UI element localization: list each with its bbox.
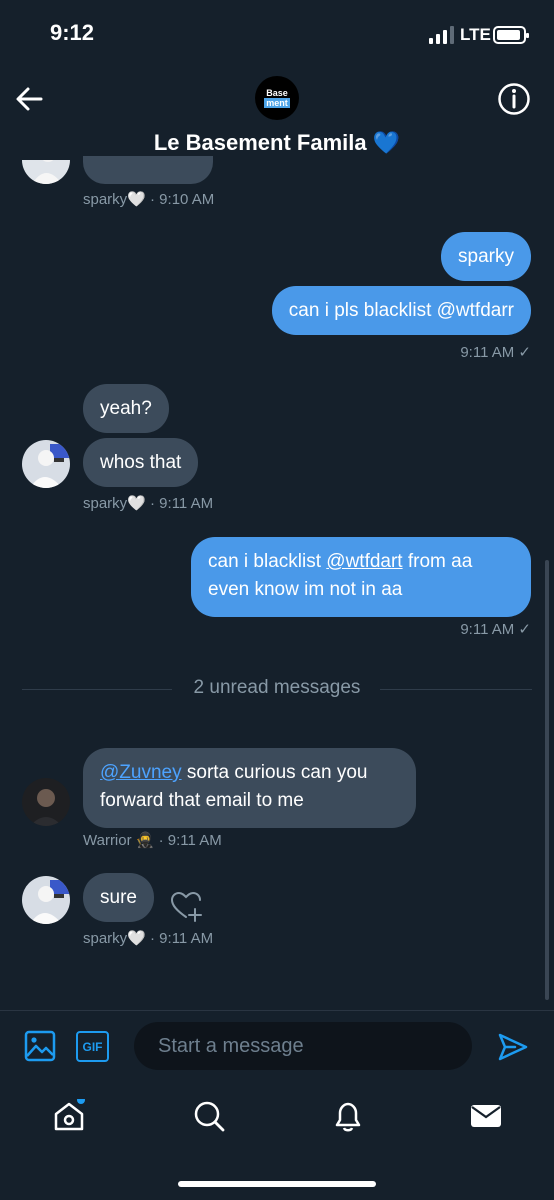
divider-line	[380, 689, 532, 690]
unread-messages-label: 2 unread messages	[193, 677, 361, 698]
title-text: Le Basement Famila	[153, 130, 367, 155]
avatar-text-line1: Base	[266, 88, 288, 98]
image-icon[interactable]	[24, 1030, 56, 1062]
back-arrow-icon[interactable]	[14, 84, 44, 114]
scrollbar[interactable]	[545, 560, 549, 1000]
message-bubble-outgoing[interactable]: sparky	[441, 232, 531, 281]
message-bubble-outgoing[interactable]: can i pls blacklist @wtfdarr	[271, 286, 531, 335]
avatar-text-line2: ment	[264, 98, 290, 108]
mention-link[interactable]: @Zuvney	[100, 762, 182, 783]
avatar-sparky[interactable]	[22, 876, 70, 924]
home-icon[interactable]	[52, 1099, 86, 1133]
message-input[interactable]	[134, 1022, 472, 1070]
message-bubble-partial[interactable]	[83, 156, 213, 184]
title-emoji: 💙	[372, 130, 401, 155]
message-bubble-outgoing[interactable]: can i blacklist @wtfdart from aa even kn…	[191, 537, 531, 617]
composer-divider	[0, 1010, 554, 1011]
gif-button[interactable]: GIF	[76, 1031, 109, 1062]
signal-strength-icon	[429, 26, 455, 44]
home-indicator[interactable]	[178, 1181, 376, 1187]
send-icon[interactable]	[497, 1031, 529, 1063]
message-bubble-incoming[interactable]: yeah?	[83, 384, 169, 433]
heart-plus-icon[interactable]	[170, 890, 204, 922]
message-meta: Warrior 🥷 · 9:11 AM	[83, 832, 222, 849]
message-meta: sparky🤍 · 9:11 AM	[83, 930, 214, 947]
group-avatar[interactable]: Base ment	[255, 76, 299, 120]
battery-icon	[493, 26, 529, 44]
gif-label: GIF	[82, 1039, 103, 1054]
message-meta: sparky🤍 · 9:10 AM	[83, 191, 215, 208]
message-meta: sparky🤍 · 9:11 AM	[83, 495, 214, 512]
message-meta: 9:11 AM ✓	[460, 621, 531, 638]
message-bubble-incoming[interactable]: @Zuvney sorta curious can you forward th…	[83, 748, 416, 828]
message-meta: 9:11 AM ✓	[460, 344, 531, 361]
network-label: LTE	[460, 25, 491, 44]
mention-link[interactable]: @wtfdart	[326, 551, 402, 572]
message-bubble-incoming[interactable]: whos that	[83, 438, 199, 487]
info-icon[interactable]	[497, 82, 531, 116]
status-time: 9:12	[50, 20, 95, 45]
bell-icon[interactable]	[331, 1099, 365, 1133]
message-text: can i blacklist	[208, 551, 327, 572]
conversation-title[interactable]: Le Basement Famila 💙	[0, 130, 554, 156]
avatar-sparky[interactable]	[22, 440, 70, 488]
avatar-warrior[interactable]	[22, 778, 70, 826]
mail-icon[interactable]	[469, 1099, 503, 1133]
search-icon[interactable]	[192, 1099, 226, 1133]
message-bubble-incoming[interactable]: sure	[83, 873, 154, 922]
